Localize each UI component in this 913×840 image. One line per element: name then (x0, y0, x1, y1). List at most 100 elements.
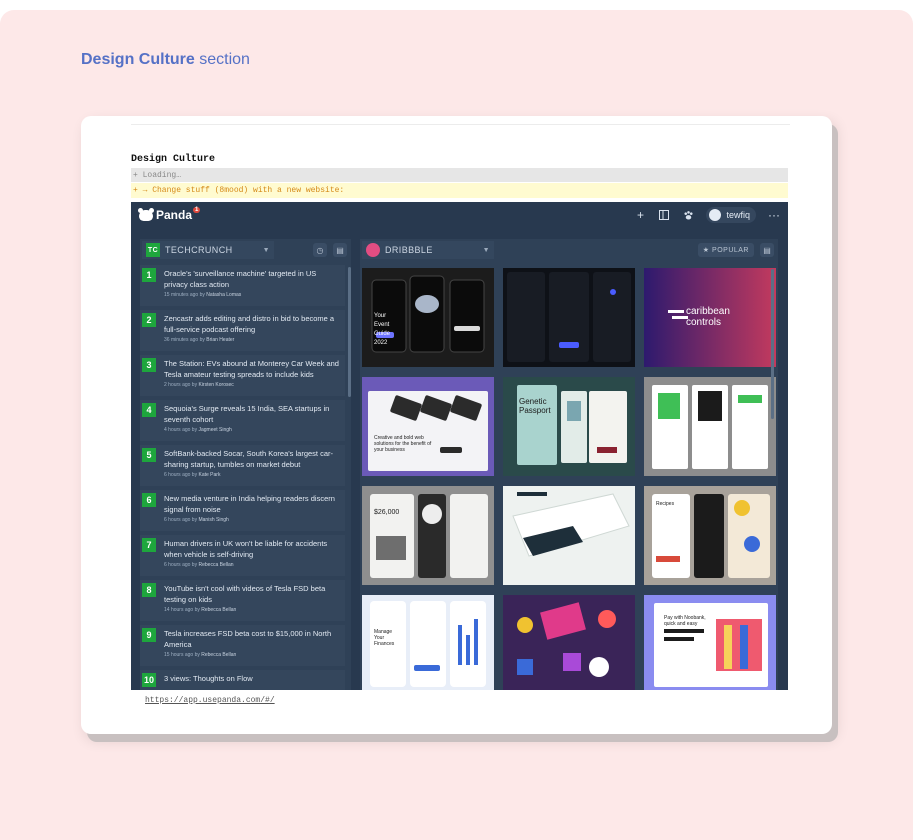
news-time: 14 hours ago by (164, 607, 200, 613)
news-author[interactable]: Kate Park (198, 472, 220, 478)
news-title[interactable]: Oracle's 'surveillance machine' targeted… (164, 268, 341, 290)
panda-app: Panda 1 + tewfiq ··· TC TECHCRUNCH ▼ ◷ ▤… (131, 202, 788, 690)
shot-3d-icons[interactable] (503, 595, 635, 690)
scrollbar[interactable] (771, 269, 774, 419)
news-item[interactable]: 7 Human drivers in UK won't be liable for… (140, 535, 345, 576)
shot-genetic-passport[interactable]: Genetic Passport (503, 377, 635, 476)
news-author[interactable]: Rebecca Bellan (201, 607, 236, 613)
techcrunch-logo-icon: TC (146, 243, 160, 257)
header-actions: + tewfiq ··· (634, 207, 780, 223)
app-url-link[interactable]: https://app.usepanda.com/#/ (145, 696, 275, 705)
rank-badge: 3 (142, 358, 156, 372)
layout-icon[interactable] (658, 209, 670, 221)
shot-pay-with-noobank[interactable]: Pay with Noobank, quick and easy (644, 595, 776, 690)
source-select-dribbble[interactable]: DRIBBBLE ▼ (362, 241, 494, 259)
news-item[interactable]: 3 The Station: EVs abound at Monterey Car… (140, 355, 345, 396)
clock-icon[interactable]: ◷ (313, 243, 327, 257)
shot-preview (368, 391, 488, 471)
techcrunch-header: TC TECHCRUNCH ▼ ◷ ▤ (140, 239, 351, 261)
news-author[interactable]: Jagmeet Singh (198, 427, 231, 433)
news-time: 15 hours ago by (164, 652, 200, 658)
shot-preview (654, 603, 768, 687)
news-title[interactable]: YouTube isn't cool with videos of Tesla … (164, 583, 341, 605)
news-title[interactable]: Human drivers in UK won't be liable for … (164, 538, 341, 560)
news-item[interactable]: 6 New media venture in India helping read… (140, 490, 345, 531)
news-time: 36 minutes ago by (164, 337, 205, 343)
column-tools: ★ POPULAR ▤ (697, 243, 776, 257)
shot-dark-dashboard[interactable] (503, 268, 635, 367)
news-author[interactable]: Rebecca Bellan (201, 652, 236, 658)
shot-caribbean-controls[interactable]: caribbean controls (644, 268, 776, 367)
plus-icon[interactable]: + (634, 208, 646, 222)
news-title[interactable]: Sequoia's Surge reveals 15 India, SEA st… (164, 403, 341, 425)
shot-finance-cards[interactable]: $26,000 (362, 486, 494, 585)
news-author[interactable]: Natasha Lomas (206, 292, 241, 298)
news-title[interactable]: SoftBank-backed Socar, South Korea's lar… (164, 448, 341, 470)
shot-preview (512, 492, 630, 557)
news-time: 2 hours ago by (164, 382, 198, 388)
news-meta: 6 hours ago by Rebecca Bellan (164, 562, 341, 568)
rank-badge: 4 (142, 403, 156, 417)
news-meta: 36 minutes ago by Brian Heater (164, 337, 341, 343)
rank-badge: 10 (142, 673, 156, 687)
rank-badge: 7 (142, 538, 156, 552)
username: tewfiq (726, 210, 750, 220)
shot-caption: Pay with Noobank, quick and easy (664, 615, 706, 627)
source-label: DRIBBBLE (385, 245, 433, 255)
news-item[interactable]: 2 Zencastr adds editing and distro in bid… (140, 310, 345, 351)
shot-delivery-app[interactable]: Recipes (644, 486, 776, 585)
news-meta: 6 hours ago by Kate Park (164, 472, 341, 478)
shot-caption: Genetic Passport (519, 397, 551, 415)
shot-phones-landing[interactable]: Creative and bold web solutions for the … (362, 377, 494, 476)
popular-button[interactable]: ★ POPULAR (697, 243, 754, 257)
source-select-techcrunch[interactable]: TC TECHCRUNCH ▼ (142, 241, 274, 259)
source-label: TECHCRUNCH (165, 245, 233, 255)
shot-green-ecommerce[interactable] (644, 377, 776, 476)
app-header: Panda 1 + tewfiq ··· (131, 202, 788, 228)
news-meta: 2 hours ago by Kirsten Korosec (164, 382, 341, 388)
shot-isometric-web[interactable] (503, 486, 635, 585)
panda-logo[interactable]: Panda 1 (138, 207, 201, 222)
news-meta: 15 hours ago by Rebecca Bellan (164, 652, 341, 658)
news-list: 1 Oracle's 'surveillance machine' targete… (140, 265, 345, 690)
chat-icon[interactable]: ▤ (760, 243, 774, 257)
brand-name: Panda (156, 208, 193, 222)
news-author[interactable]: Kirsten Korosec (198, 382, 233, 388)
shot-preview (517, 602, 616, 677)
news-title[interactable]: New media venture in India helping reade… (164, 493, 341, 515)
chevron-down-icon: ▼ (482, 246, 490, 254)
news-time: 6 hours ago by (164, 562, 198, 568)
news-time: 15 minutes ago by (164, 292, 205, 298)
news-title[interactable]: Tesla increases FSD beta cost to $15,000… (164, 628, 341, 650)
scrollbar[interactable] (348, 267, 351, 397)
shot-budget-app[interactable]: Manage Your Finances (362, 595, 494, 690)
techcrunch-column: TC TECHCRUNCH ▼ ◷ ▤ 1 Oracle's 'surveilla… (140, 239, 351, 690)
news-item[interactable]: 9 Tesla increases FSD beta cost to $15,00… (140, 625, 345, 666)
news-item[interactable]: 5 SoftBank-backed Socar, South Korea's la… (140, 445, 345, 486)
chat-icon[interactable]: ▤ (333, 243, 347, 257)
section-heading-bold: Design Culture (81, 51, 195, 68)
news-title[interactable]: 3 views: Thoughts on Flow (164, 673, 341, 684)
rank-badge: 5 (142, 448, 156, 462)
shot-wallet-app[interactable]: Your Event Guide 2022 (362, 268, 494, 367)
more-icon[interactable]: ··· (768, 208, 780, 222)
news-item[interactable]: 8 YouTube isn't cool with videos of Tesla… (140, 580, 345, 621)
news-item[interactable]: 4 Sequoia's Surge reveals 15 India, SEA s… (140, 400, 345, 441)
shot-preview (652, 385, 768, 469)
user-menu[interactable]: tewfiq (706, 207, 756, 223)
dribbble-logo-icon (366, 243, 380, 257)
news-author[interactable]: Brian Heater (206, 337, 234, 343)
news-author[interactable]: Manish Singh (198, 517, 228, 523)
paw-icon[interactable] (682, 209, 694, 221)
news-item[interactable]: 10 3 views: Thoughts on Flow (140, 670, 345, 690)
shot-preview (517, 385, 627, 465)
news-author[interactable]: Rebecca Bellan (198, 562, 233, 568)
news-title[interactable]: Zencastr adds editing and distro in bid … (164, 313, 341, 335)
news-meta: 15 minutes ago by Natasha Lomas (164, 292, 341, 298)
notification-badge: 1 (193, 207, 201, 213)
news-title[interactable]: The Station: EVs abound at Monterey Car … (164, 358, 341, 380)
shot-preview (507, 272, 631, 362)
news-item[interactable]: 1 Oracle's 'surveillance machine' targete… (140, 265, 345, 306)
dribbble-header: DRIBBBLE ▼ ★ POPULAR ▤ (360, 239, 778, 261)
doc-title: Design Culture (131, 154, 216, 165)
